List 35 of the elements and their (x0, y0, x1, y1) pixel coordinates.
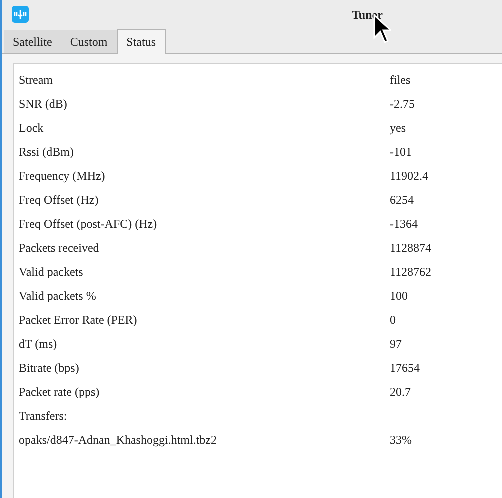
row-value: files (390, 72, 411, 89)
row-label: Lock (18, 120, 45, 137)
row-value: 20.7 (390, 384, 411, 401)
row-label: Transfers: (18, 408, 68, 425)
row-label: opaks/d847-Adnan_Khashoggi.html.tbz2 (18, 432, 218, 449)
row-value: -101 (390, 144, 412, 161)
row-value: 0 (390, 312, 396, 329)
row-label: Packets received (18, 240, 100, 257)
row-value: 97 (390, 336, 402, 353)
row-label: Packet Error Rate (PER) (18, 312, 138, 329)
row-value: -1364 (390, 216, 418, 233)
row-label: SNR (dB) (18, 96, 68, 113)
row-value: 6254 (390, 192, 414, 209)
row-label: Valid packets (18, 264, 84, 281)
row-label: Valid packets % (18, 288, 98, 305)
app-logo-icon (12, 6, 29, 23)
row-value: yes (390, 120, 406, 137)
row-label: Bitrate (bps) (18, 360, 80, 377)
row-label: Freq Offset (Hz) (18, 192, 100, 209)
row-label: Frequency (MHz) (18, 168, 106, 185)
row-label: Stream (18, 72, 54, 89)
tab[interactable]: Custom (61, 30, 117, 53)
row-value: 11902.4 (390, 168, 429, 185)
row-value: 1128762 (390, 264, 432, 281)
row-value: -2.75 (390, 96, 415, 113)
row-value: 33% (390, 432, 412, 449)
row-value: 100 (390, 288, 408, 305)
row-value: 1128874 (390, 240, 432, 257)
tab[interactable]: Satellite (4, 30, 62, 53)
row-label: dT (ms) (18, 336, 58, 353)
row-value: 17654 (390, 360, 420, 377)
row-label: Freq Offset (post-AFC) (Hz) (18, 216, 158, 233)
row-label: Packet rate (pps) (18, 384, 101, 401)
tab[interactable]: Status (116, 29, 166, 54)
row-label: Rssi (dBm) (18, 144, 76, 161)
